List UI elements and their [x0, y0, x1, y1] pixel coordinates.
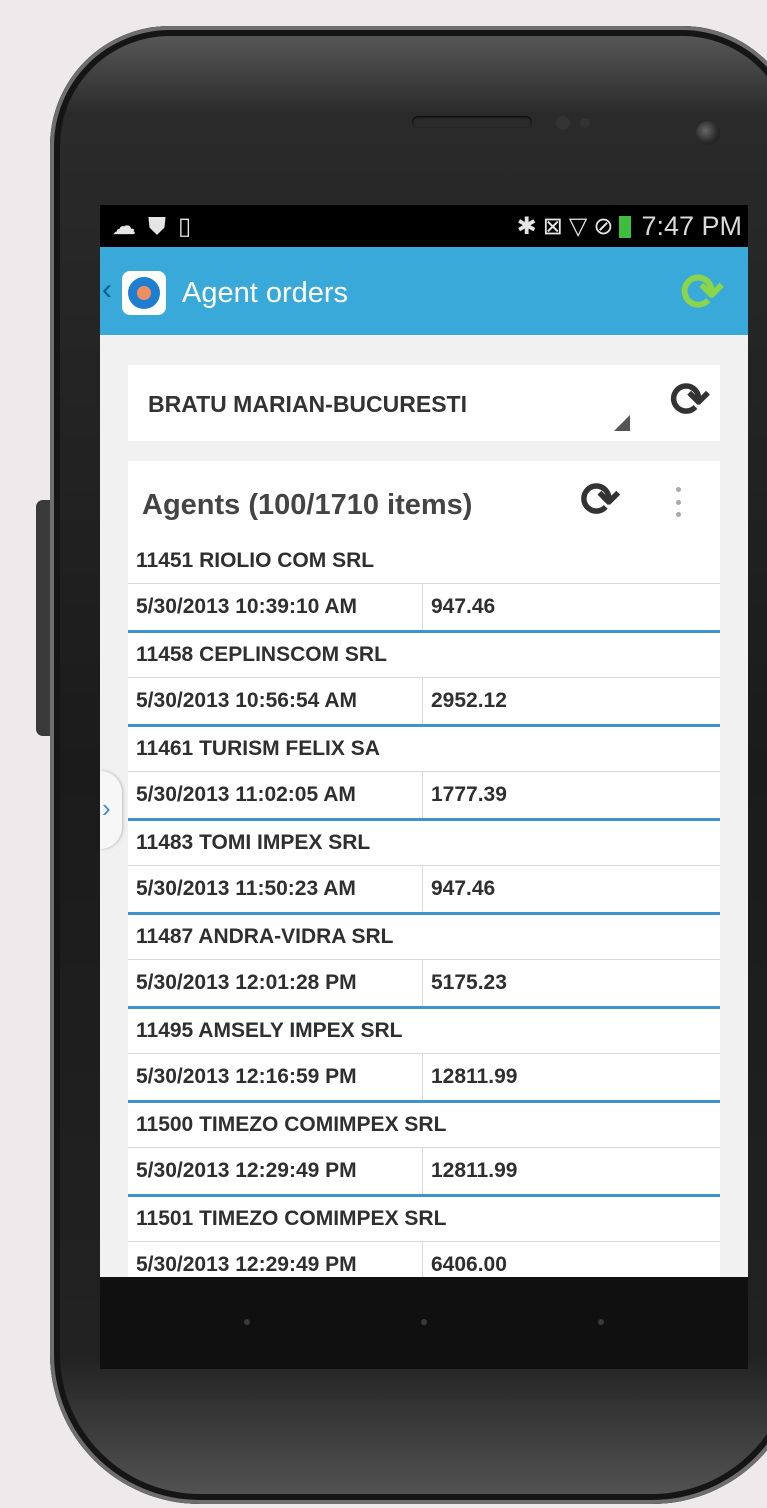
action-bar: ‹ Agent orders ⟳: [100, 247, 748, 335]
nfc-icon: ⊠: [542, 212, 563, 240]
order-amount: 12811.99: [431, 1159, 518, 1182]
page-title: Agent orders: [182, 277, 349, 309]
phone-side-button: [36, 500, 50, 736]
order-customer: 11461 TURISM FELIX SA: [128, 727, 720, 772]
navigation-bar: [100, 1277, 748, 1369]
list-item[interactable]: 11458 CEPLINSCOM SRL 5/30/2013 10:56:54 …: [128, 633, 720, 727]
proximity-sensor: [556, 116, 570, 130]
order-amount: 5175.23: [431, 971, 507, 994]
list-item[interactable]: 11461 TURISM FELIX SA 5/30/2013 11:02:05…: [128, 727, 720, 821]
order-customer: 11458 CEPLINSCOM SRL: [128, 633, 720, 678]
home-button[interactable]: [421, 1319, 427, 1325]
status-right-icons: ✱ ⊠ ▽ ⊘ 7:47 PM: [517, 211, 742, 242]
order-date: 5/30/2013 11:50:23 AM: [128, 866, 423, 912]
panel-refresh-icon[interactable]: ⟳: [580, 477, 620, 525]
list-item[interactable]: 11451 RIOLIO COM SRL 5/30/2013 10:39:10 …: [128, 539, 720, 633]
order-amount: 947.46: [431, 877, 496, 900]
order-amount: 947.46: [431, 595, 496, 618]
phone-speaker: [412, 116, 532, 128]
drawer-handle[interactable]: ›: [100, 771, 122, 849]
bluetooth-icon: ✱: [516, 212, 537, 240]
order-customer: 11500 TIMEZO COMIMPEX SRL: [128, 1103, 720, 1148]
agent-selector[interactable]: BRATU MARIAN-BUCURESTI ⟳: [128, 365, 720, 441]
agents-panel: Agents (100/1710 items) ⟳ 11451 RIOLIO C…: [128, 461, 720, 1277]
main-content: BRATU MARIAN-BUCURESTI ⟳ Agents (100/171…: [100, 335, 748, 1277]
dropdown-arrow-icon: [614, 415, 630, 431]
list-item[interactable]: 11500 TIMEZO COMIMPEX SRL 5/30/2013 12:2…: [128, 1103, 720, 1197]
order-date: 5/30/2013 12:16:59 PM: [128, 1054, 423, 1100]
light-sensor: [580, 118, 590, 128]
status-time: 7:47 PM: [641, 211, 742, 241]
phone-screen: ☁ ⛊ ▯ ✱ ⊠ ▽ ⊘ 7:47 PM ‹ Agent orders ⟳ B…: [100, 205, 748, 1277]
panel-title: Agents (100/1710 items): [142, 489, 473, 521]
status-bar: ☁ ⛊ ▯ ✱ ⊠ ▽ ⊘ 7:47 PM: [100, 205, 748, 247]
upload-cloud-icon: ☁: [112, 213, 136, 240]
order-date: 5/30/2013 12:29:49 PM: [128, 1148, 423, 1194]
order-customer: 11501 TIMEZO COMIMPEX SRL: [128, 1197, 720, 1242]
up-navigation-icon[interactable]: ‹: [102, 273, 112, 307]
front-camera: [696, 121, 720, 145]
selector-refresh-icon[interactable]: ⟳: [670, 377, 710, 425]
order-date: 5/30/2013 12:29:49 PM: [128, 1242, 423, 1277]
agent-selector-value: BRATU MARIAN-BUCURESTI: [148, 391, 467, 417]
signal-icon: ▽: [568, 212, 588, 240]
order-date: 5/30/2013 11:02:05 AM: [128, 772, 423, 818]
order-customer: 11451 RIOLIO COM SRL: [128, 539, 720, 584]
list-item[interactable]: 11483 TOMI IMPEX SRL 5/30/2013 11:50:23 …: [128, 821, 720, 915]
recents-button[interactable]: [598, 1319, 604, 1325]
app-logo-icon[interactable]: [122, 271, 166, 315]
shield-icon: ⛊: [148, 213, 166, 240]
notification-icon: ▯: [178, 213, 192, 240]
order-amount: 6406.00: [431, 1253, 507, 1276]
no-sim-icon: ⊘: [593, 212, 614, 240]
chevron-right-icon: ›: [102, 793, 111, 823]
battery-icon: [619, 215, 632, 238]
list-item[interactable]: 11487 ANDRA-VIDRA SRL 5/30/2013 12:01:28…: [128, 915, 720, 1009]
order-customer: 11495 AMSELY IMPEX SRL: [128, 1009, 720, 1054]
list-item[interactable]: 11501 TIMEZO COMIMPEX SRL 5/30/2013 12:2…: [128, 1197, 720, 1277]
order-amount: 12811.99: [431, 1065, 518, 1088]
order-date: 5/30/2013 10:39:10 AM: [128, 584, 423, 630]
order-customer: 11483 TOMI IMPEX SRL: [128, 821, 720, 866]
order-customer: 11487 ANDRA-VIDRA SRL: [128, 915, 720, 960]
list-item[interactable]: 11495 AMSELY IMPEX SRL 5/30/2013 12:16:5…: [128, 1009, 720, 1103]
order-date: 5/30/2013 12:01:28 PM: [128, 960, 423, 1006]
orders-list: 11451 RIOLIO COM SRL 5/30/2013 10:39:10 …: [128, 539, 720, 1277]
order-date: 5/30/2013 10:56:54 AM: [128, 678, 423, 724]
overflow-menu-icon[interactable]: [676, 487, 682, 517]
refresh-icon[interactable]: ⟳: [680, 267, 724, 319]
status-left-icons: ☁ ⛊ ▯: [112, 213, 191, 241]
order-amount: 2952.12: [431, 689, 507, 712]
back-button[interactable]: [244, 1319, 250, 1325]
order-amount: 1777.39: [431, 783, 507, 806]
